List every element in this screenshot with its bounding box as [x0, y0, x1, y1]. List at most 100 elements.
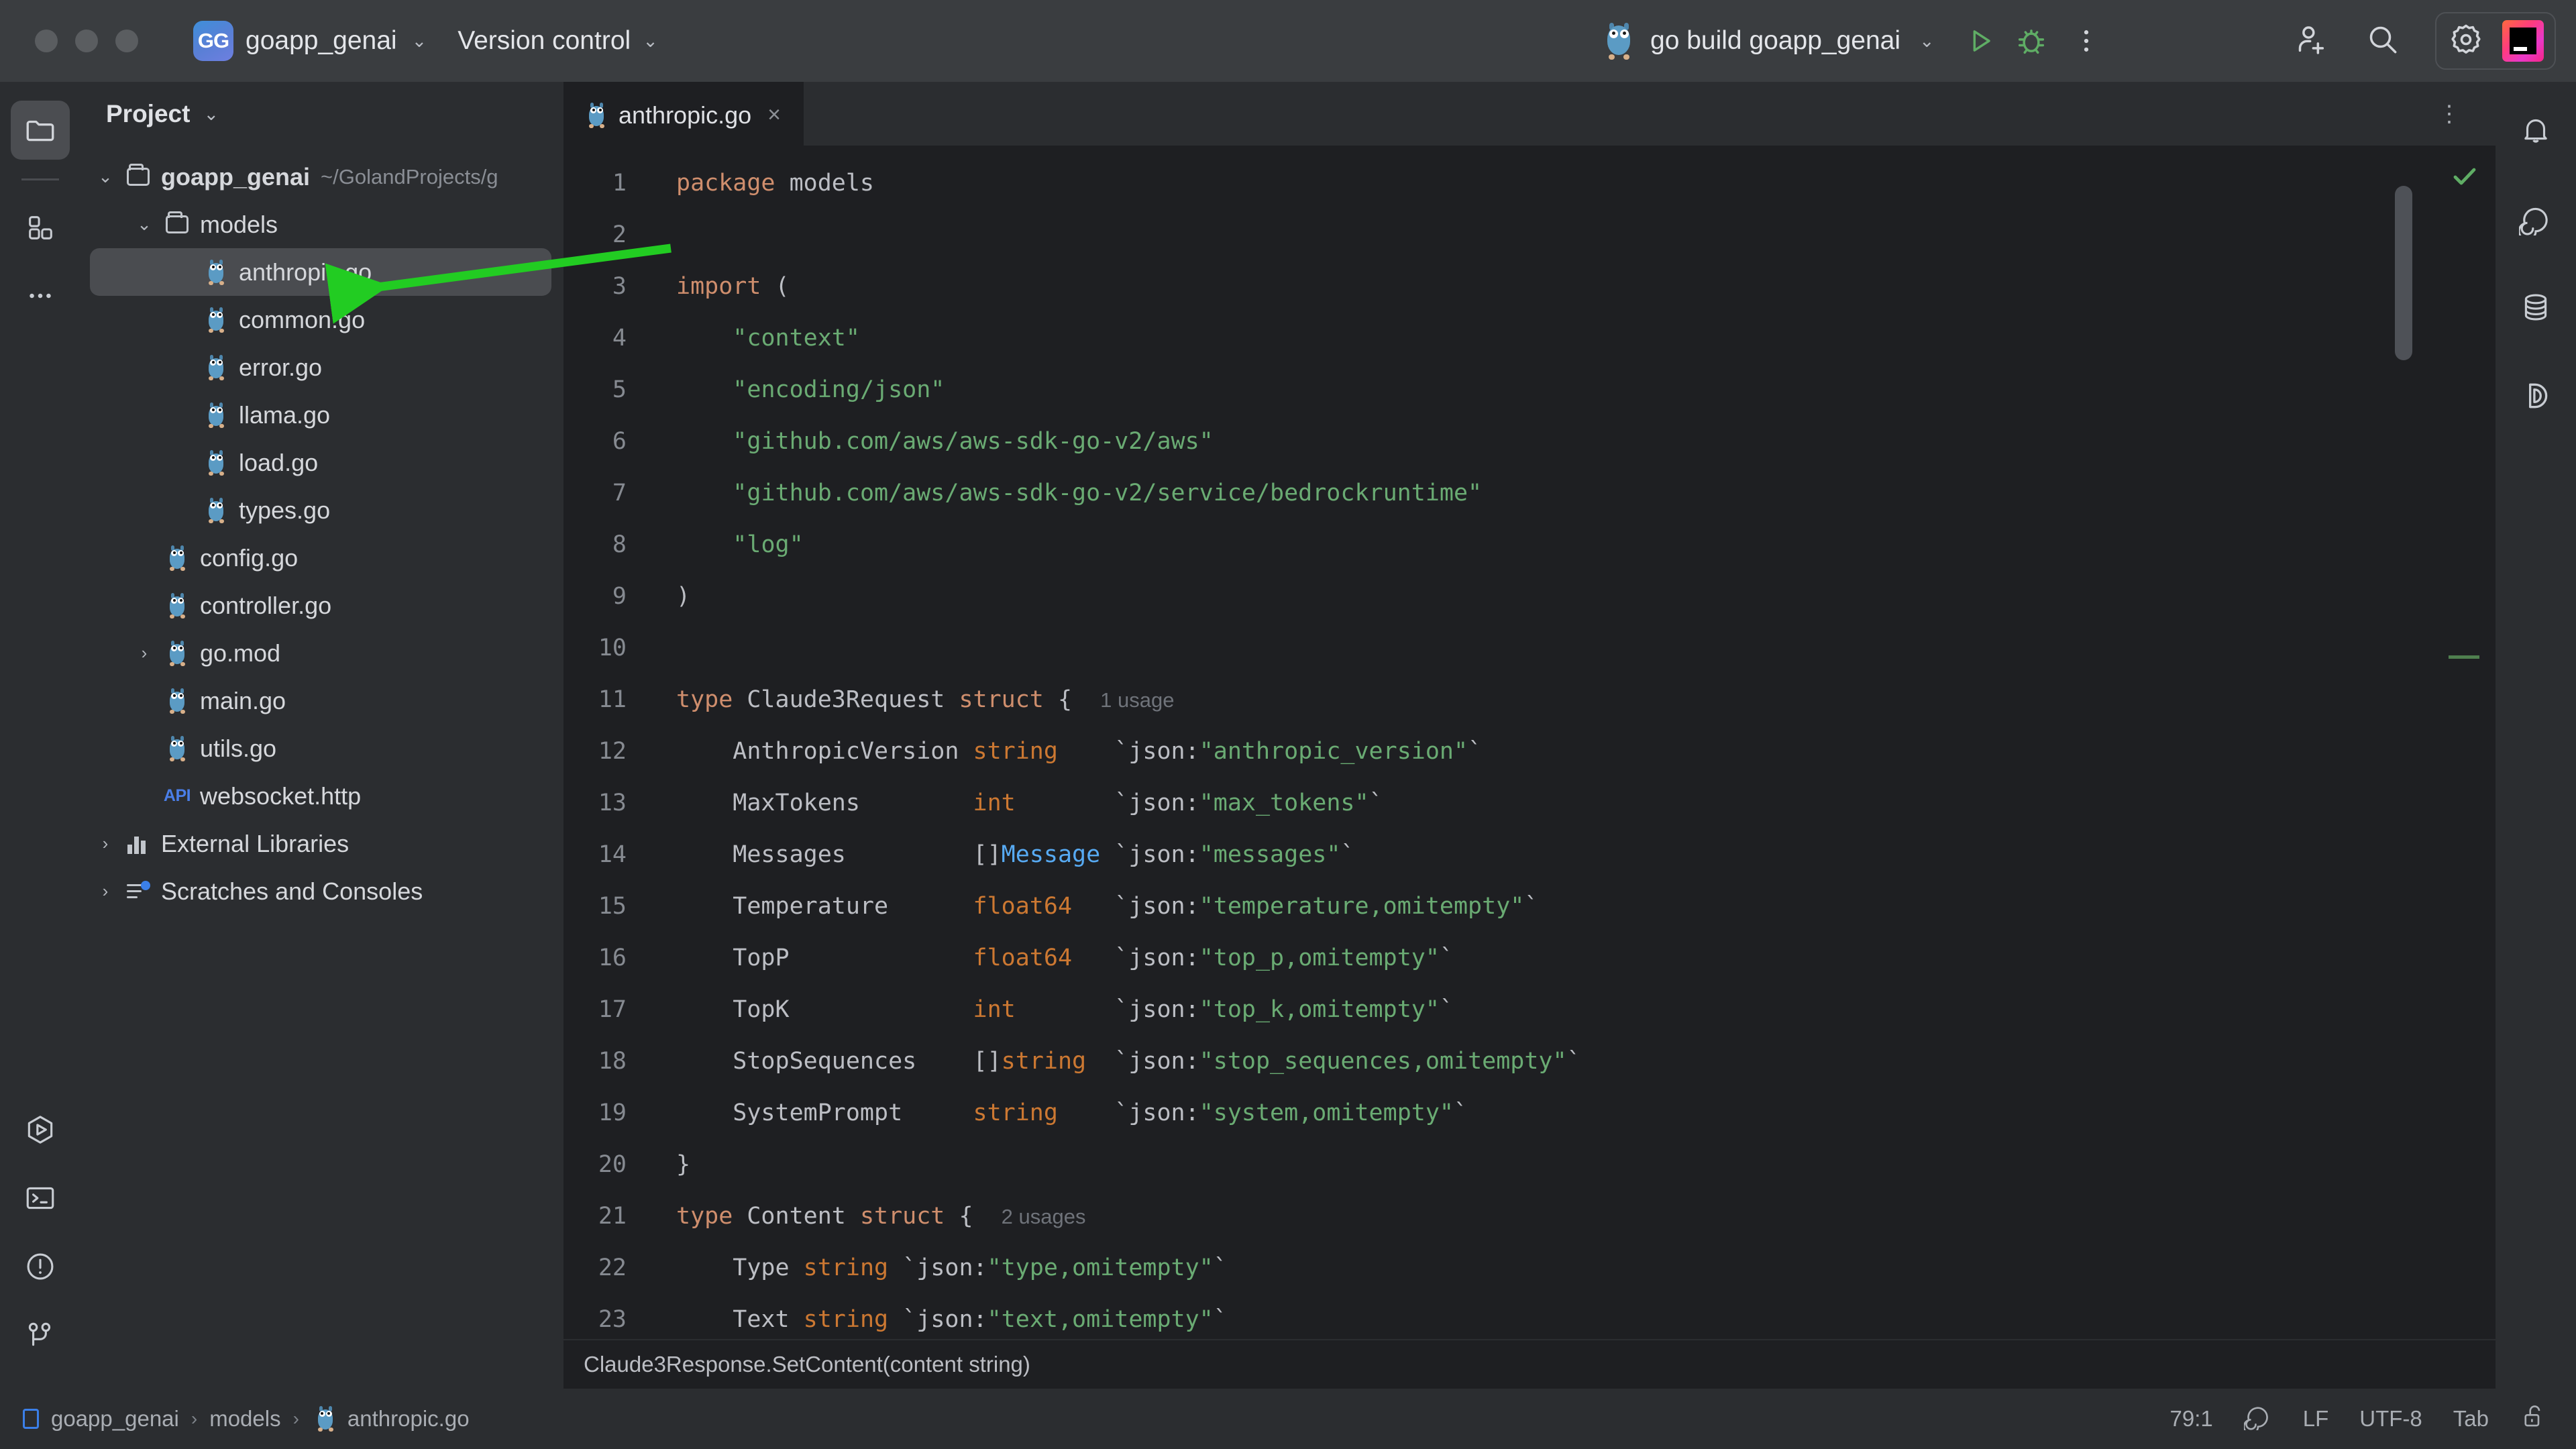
code-viewport[interactable]: 1234567891011121314151617181920212223 pa… [564, 146, 2496, 1339]
run-config-name[interactable]: go build goapp_genai [1650, 26, 1900, 56]
tree-item[interactable]: ›go.mod [90, 629, 551, 677]
tree-item[interactable]: ›External Libraries [90, 820, 551, 867]
tree-item[interactable]: config.go [90, 534, 551, 582]
code-line[interactable]: "github.com/aws/aws-sdk-go-v2/service/be… [676, 468, 1581, 519]
editor-options-icon[interactable]: ⋮ [2424, 82, 2475, 146]
sidebar-item-terminal[interactable] [11, 1169, 70, 1228]
code-token: 1 usage [1100, 688, 1174, 712]
code-token: ` [1369, 790, 1383, 816]
tree-item[interactable]: ⌄models [90, 201, 551, 248]
tree-item[interactable]: main.go [90, 677, 551, 724]
sidebar-item-run[interactable] [11, 1100, 70, 1159]
code-line[interactable]: "github.com/aws/aws-sdk-go-v2/aws" [676, 416, 1581, 468]
code-token: Text [676, 1306, 804, 1333]
chevron-down-icon[interactable]: ⌄ [1919, 32, 1935, 50]
code-line[interactable]: SystemPrompt string `json:"system,omitem… [676, 1087, 1581, 1139]
caret-position[interactable]: 79:1 [2170, 1406, 2213, 1432]
chevron-right-icon[interactable]: › [90, 833, 121, 854]
scrollbar-thumb[interactable] [2395, 186, 2412, 360]
close-icon[interactable]: × [767, 102, 781, 128]
sidebar-item-documentation[interactable] [2506, 366, 2565, 425]
spiral-icon[interactable] [2244, 1402, 2272, 1436]
code-line[interactable]: ) [676, 571, 1581, 623]
tree-item[interactable]: controller.go [90, 582, 551, 629]
breadcrumb-item-folder[interactable]: models [209, 1406, 280, 1432]
tree-item-icon [160, 545, 195, 571]
chevron-down-icon[interactable]: ⌄ [203, 105, 219, 123]
line-separator[interactable]: LF [2303, 1406, 2329, 1432]
tab-anthropic-go[interactable]: anthropic.go × [564, 82, 804, 146]
sidebar-item-version-control[interactable] [11, 1305, 70, 1364]
chevron-down-icon[interactable]: ⌄ [90, 166, 121, 187]
code-line[interactable]: type Content struct { 2 usages [676, 1191, 1581, 1242]
code-line[interactable]: type Claude3Request struct { 1 usage [676, 674, 1581, 726]
tree-item[interactable]: ⌄goapp_genai~/GolandProjects/g [90, 153, 551, 201]
sidebar-item-notifications[interactable] [2506, 101, 2565, 160]
code-line[interactable]: AnthropicVersion string `json:"anthropic… [676, 726, 1581, 777]
code-line[interactable]: Temperature float64 `json:"temperature,o… [676, 881, 1581, 932]
chevron-down-icon[interactable]: ⌄ [129, 214, 160, 235]
debug-button[interactable] [2014, 23, 2049, 58]
code-lines[interactable]: package models import ( "context" "encod… [644, 146, 1581, 1339]
tree-item[interactable]: load.go [90, 439, 551, 486]
breadcrumb-item-file[interactable]: anthropic.go [347, 1406, 470, 1432]
code-token: AnthropicVersion [676, 738, 973, 765]
code-line[interactable]: import ( [676, 261, 1581, 313]
sidebar-item-more[interactable] [11, 266, 70, 325]
code-line[interactable]: TopK int `json:"top_k,omitempty"` [676, 984, 1581, 1036]
tree-item[interactable]: ›Scratches and Consoles [90, 867, 551, 915]
maximize-window-button[interactable] [115, 30, 138, 52]
code-line[interactable]: "log" [676, 519, 1581, 571]
go-file-icon [167, 593, 187, 619]
breadcrumb-item-project[interactable]: goapp_genai [51, 1406, 179, 1432]
run-button[interactable] [1963, 23, 1998, 58]
run-configuration-area: go build goapp_genai ⌄ [1603, 23, 2101, 59]
code-token: `json: [902, 1254, 987, 1281]
add-user-icon[interactable] [2293, 21, 2330, 62]
window-controls[interactable] [35, 30, 138, 52]
code-token: TopK [676, 996, 973, 1023]
code-line[interactable]: package models [676, 158, 1581, 209]
tree-item[interactable]: error.go [90, 343, 551, 391]
sidebar-item-profiler[interactable] [2506, 189, 2565, 248]
project-selector[interactable]: GG goapp_genai ⌄ [193, 21, 427, 61]
go-file-icon [206, 307, 226, 333]
close-window-button[interactable] [35, 30, 58, 52]
sidebar-item-structure[interactable] [11, 198, 70, 257]
chevron-right-icon[interactable]: › [90, 881, 121, 902]
sidebar-item-project[interactable] [11, 101, 70, 160]
tree-item[interactable]: APIwebsocket.http [90, 772, 551, 820]
code-line[interactable]: TopP float64 `json:"top_p,omitempty"` [676, 932, 1581, 984]
code-line[interactable]: Type string `json:"type,omitempty"` [676, 1242, 1581, 1294]
project-panel-header[interactable]: Project ⌄ [80, 82, 564, 146]
more-options-icon[interactable] [2072, 23, 2101, 58]
chevron-right-icon[interactable]: › [129, 643, 160, 663]
code-line[interactable]: "context" [676, 313, 1581, 364]
gear-icon[interactable] [2447, 21, 2485, 62]
sidebar-item-database[interactable] [2506, 278, 2565, 337]
editor-scrollbar[interactable] [2391, 146, 2420, 1339]
code-line[interactable]: } [676, 1139, 1581, 1191]
version-control-menu[interactable]: Version control ⌄ [458, 26, 658, 56]
minimize-window-button[interactable] [75, 30, 98, 52]
ai-assistant-icon[interactable] [2502, 20, 2544, 62]
tree-item[interactable]: llama.go [90, 391, 551, 439]
line-number: 4 [564, 313, 627, 364]
tree-item[interactable]: common.go [90, 296, 551, 343]
file-encoding[interactable]: UTF-8 [2359, 1406, 2422, 1432]
code-line[interactable]: StopSequences []string `json:"stop_seque… [676, 1036, 1581, 1087]
code-line[interactable]: MaxTokens int `json:"max_tokens"` [676, 777, 1581, 829]
search-icon[interactable] [2364, 21, 2402, 62]
code-line[interactable]: Text string `json:"text,omitempty"` [676, 1294, 1581, 1339]
unlocked-padlock-icon[interactable] [2520, 1402, 2548, 1436]
code-line[interactable]: Messages []Message `json:"messages"` [676, 829, 1581, 881]
sidebar-item-problems[interactable] [11, 1237, 70, 1296]
code-line[interactable]: "encoding/json" [676, 364, 1581, 416]
tree-item[interactable]: anthropic.go [90, 248, 551, 296]
inspection-ok-icon[interactable] [2449, 160, 2481, 196]
tree-item[interactable]: types.go [90, 486, 551, 534]
tree-item[interactable]: utils.go [90, 724, 551, 772]
code-line[interactable] [676, 209, 1581, 261]
indent-setting[interactable]: Tab [2453, 1406, 2489, 1432]
code-line[interactable] [676, 623, 1581, 674]
